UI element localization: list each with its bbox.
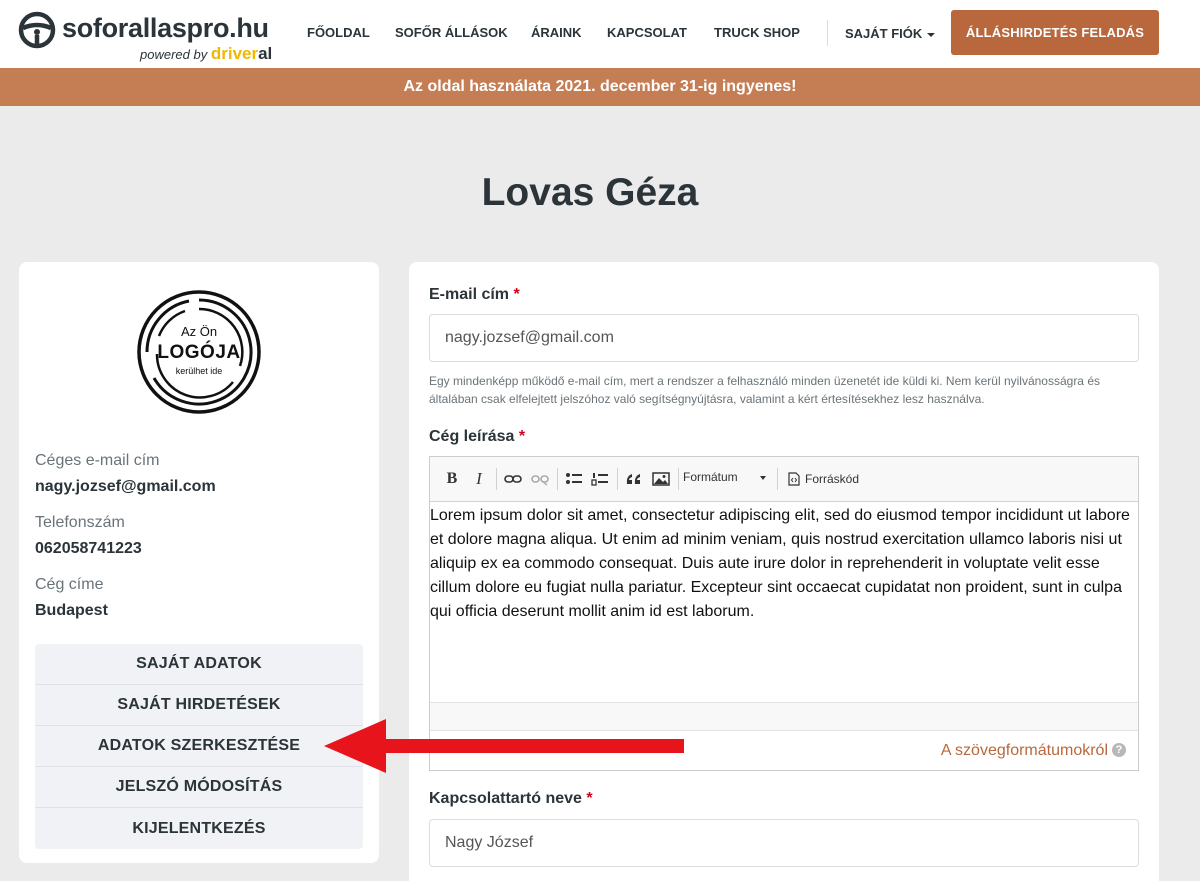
description-label-text: Cég leírása (429, 428, 515, 445)
source-button-label: Forráskód (805, 472, 860, 486)
phone-value: 062058741223 (35, 540, 142, 557)
promo-banner: Az oldal használata 2021. december 31-ig… (0, 68, 1200, 106)
bold-button[interactable]: B (442, 469, 462, 489)
contact-name-label: Kapcsolattartó neve * (429, 790, 593, 808)
toolbar-separator (617, 468, 618, 490)
driveral-driver: driver (210, 44, 259, 63)
top-navigation-bar: soforallaspro.hu powered by driveral FŐO… (0, 0, 1200, 68)
menu-adatok-szerkesztese[interactable]: ADATOK SZERKESZTÉSE (35, 726, 363, 767)
toolbar-separator (496, 468, 497, 490)
contact-label-text: Kapcsolattartó neve (429, 790, 582, 807)
menu-jelszo-modositas[interactable]: JELSZÓ MÓDOSÍTÁS (35, 767, 363, 808)
format-dropdown[interactable]: Formátum (683, 470, 766, 484)
email-input[interactable] (429, 314, 1139, 362)
logo-placeholder-line3: kerülhet ide (175, 366, 223, 376)
promo-banner-text: Az oldal használata 2021. december 31-ig… (403, 78, 797, 95)
text-formats-link[interactable]: A szövegformátumokról (941, 742, 1108, 759)
numbered-list-icon[interactable] (591, 469, 609, 489)
editor-toolbar: B I Formátum Forráskód (430, 457, 1138, 502)
menu-sajat-adatok[interactable]: SAJÁT ADATOK (35, 644, 363, 685)
editor-content-area[interactable]: Lorem ipsum dolor sit amet, consectetur … (430, 502, 1138, 702)
nav-araink[interactable]: ÁRAINK (531, 25, 582, 40)
profile-edit-form: E-mail cím * Egy mindenképp működő e-mai… (409, 262, 1159, 881)
powered-by-text: powered by (140, 47, 208, 62)
brand-logo[interactable]: soforallaspro.hu powered by driveral (18, 10, 288, 64)
phone-label: Telefonszám (35, 514, 125, 531)
account-menu: SAJÁT ADATOK SAJÁT HIRDETÉSEK ADATOK SZE… (35, 644, 363, 849)
brand-name: soforallaspro.hu (62, 13, 269, 43)
contact-name-input[interactable] (429, 819, 1139, 867)
image-icon[interactable] (652, 469, 670, 489)
address-value: Budapest (35, 602, 108, 619)
unlink-icon[interactable] (531, 469, 549, 489)
source-code-icon (788, 472, 800, 486)
nav-fooldal[interactable]: FŐOLDAL (307, 25, 370, 40)
menu-sajat-hirdetesek[interactable]: SAJÁT HIRDETÉSEK (35, 685, 363, 726)
menu-kijelentkezes[interactable]: KIJELENTKEZÉS (35, 808, 363, 849)
bulleted-list-icon[interactable] (565, 469, 583, 489)
logo-placeholder-line1: Az Ön (180, 324, 218, 339)
company-email-value: nagy.jozsef@gmail.com (35, 478, 216, 495)
caret-down-icon (759, 475, 766, 480)
blockquote-icon[interactable] (625, 469, 643, 489)
description-field-label: Cég leírása * (429, 428, 525, 446)
post-job-button[interactable]: ÁLLÁSHIRDETÉS FELADÁS (951, 10, 1159, 55)
nav-kapcsolat[interactable]: KAPCSOLAT (607, 25, 687, 40)
steering-wheel-icon (18, 11, 56, 49)
email-field-label: E-mail cím * (429, 286, 520, 304)
text-formats-help: A szövegformátumokról? (941, 742, 1126, 760)
email-help-text: Egy mindenképp működő e-mail cím, mert a… (429, 374, 1100, 406)
nav-truck-shop[interactable]: TRUCK SHOP (714, 25, 800, 40)
red-arrow-annotation (324, 719, 684, 773)
address-label: Cég címe (35, 576, 104, 593)
required-mark: * (513, 286, 520, 303)
source-button[interactable]: Forráskód (788, 469, 859, 489)
page-title: Lovas Géza (481, 171, 699, 214)
italic-button[interactable]: I (470, 469, 488, 489)
help-question-icon[interactable]: ? (1112, 743, 1126, 757)
company-email-label: Céges e-mail cím (35, 452, 160, 469)
toolbar-separator (777, 468, 778, 490)
format-dropdown-label: Formátum (683, 470, 738, 484)
required-mark: * (586, 790, 593, 807)
toolbar-separator (557, 468, 558, 490)
account-dropdown[interactable]: SAJÁT FIÓK (845, 26, 936, 41)
brand-powered-by: powered by driveral (140, 44, 272, 64)
nav-divider (827, 20, 828, 46)
logo-placeholder-line2: LOGÓJA (157, 342, 241, 363)
driveral-al: al (258, 44, 273, 63)
account-label: SAJÁT FIÓK (845, 26, 923, 41)
nav-sofor-allasok[interactable]: SOFŐR ÁLLÁSOK (395, 25, 508, 40)
required-mark: * (518, 428, 526, 445)
email-label-text: E-mail cím (429, 286, 510, 303)
caret-down-icon (927, 32, 936, 37)
link-icon[interactable] (504, 469, 522, 489)
toolbar-separator (678, 468, 679, 490)
